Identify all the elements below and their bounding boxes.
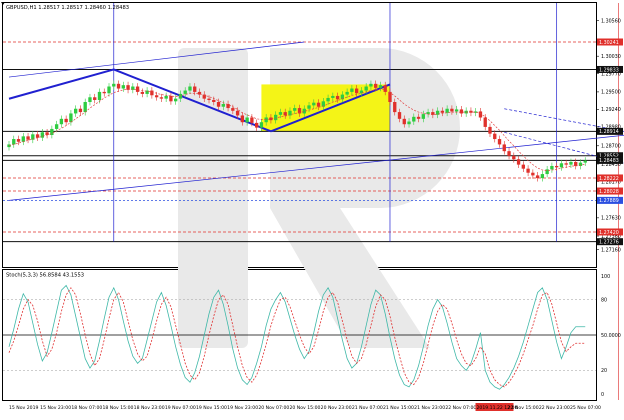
svg-text:1.27420: 1.27420 <box>599 230 619 236</box>
y-tick-label: 1.27160 <box>601 247 621 253</box>
x-tick-label: 18 Nov 15:00 <box>103 405 134 411</box>
x-tick-label: 20 Nov 07:00 <box>258 405 289 411</box>
x-tick-label: 19 Nov 15:00 <box>196 405 227 411</box>
svg-text:1.27276: 1.27276 <box>599 239 619 245</box>
x-tick-label: 18 Nov 07:00 <box>71 405 102 411</box>
price-label-7: 1.28028 <box>597 187 623 195</box>
stoch-y-label: 50.0000 <box>601 333 621 339</box>
price-label-1: 1.30241 <box>597 38 623 46</box>
x-tick-label: 21 Nov 07:00 <box>352 405 383 411</box>
x-tick-label: 21 Nov 23:00 <box>414 405 445 411</box>
price-label-2: 1.29833 <box>597 65 623 73</box>
price-label-9: 1.27420 <box>597 228 623 236</box>
x-tick-label: 20 Nov 15:00 <box>290 405 321 411</box>
svg-text:1.30241: 1.30241 <box>599 40 619 46</box>
x-tick-label: 15 Nov 2019 <box>9 405 38 411</box>
x-tick-label: 21 Nov 15:00 <box>383 405 414 411</box>
x-tick-label: 22 Nov 15:00 <box>508 405 539 411</box>
y-tick-label: 1.29500 <box>601 90 621 96</box>
svg-text:1.28914: 1.28914 <box>599 129 619 135</box>
y-tick-label: 1.29240 <box>601 107 621 113</box>
svg-text:1.28483: 1.28483 <box>599 158 619 164</box>
stoch-header: Stoch(5,3,3) 56.8584 43.1553 <box>6 273 84 279</box>
svg-text:1.28028: 1.28028 <box>599 189 619 195</box>
x-tick-label: 22 Nov 23:00 <box>539 405 570 411</box>
price-label-5: 1.28483 <box>597 156 623 164</box>
x-tick-label: 18 Nov 23:00 <box>134 405 165 411</box>
stoch-y-label: 100 <box>601 274 610 280</box>
y-tick-label: 1.27630 <box>601 216 621 222</box>
y-tick-label: 1.30560 <box>601 18 621 24</box>
stoch-y-label: 0 <box>601 392 604 398</box>
price-label-3: 1.28914 <box>597 127 623 135</box>
stoch-y-label: 20 <box>601 368 607 374</box>
x-tick-label: 15 Nov 23:00 <box>40 405 71 411</box>
x-tick-label: 19 Nov 23:00 <box>227 405 258 411</box>
svg-text:1.27889: 1.27889 <box>599 198 619 204</box>
y-tick-label: 1.30030 <box>601 54 621 60</box>
price-label-6: 1.28222 <box>597 174 623 182</box>
svg-text:1.28222: 1.28222 <box>599 176 619 182</box>
symbol-header: GBPUSD,H1 1.28517 1.28517 1.28460 1.2848… <box>6 5 129 11</box>
x-tick-label: 22 Nov 07:00 <box>445 405 476 411</box>
chart-canvas: 1.305601.300301.297701.295001.292401.289… <box>0 0 624 416</box>
x-tick-label: 19 Nov 07:00 <box>165 405 196 411</box>
x-tick-label: 20 Nov 23:00 <box>321 405 352 411</box>
svg-text:1.29833: 1.29833 <box>599 67 619 73</box>
x-tick-label: 25 Nov 07:00 <box>570 405 601 411</box>
price-label-8: 1.27889 <box>597 196 623 204</box>
stoch-y-label: 80 <box>601 297 607 303</box>
trading-chart: 1.305601.300301.297701.295001.292401.289… <box>0 0 624 416</box>
y-tick-label: 1.28700 <box>601 144 621 150</box>
price-label-10: 1.27276 <box>597 238 623 245</box>
